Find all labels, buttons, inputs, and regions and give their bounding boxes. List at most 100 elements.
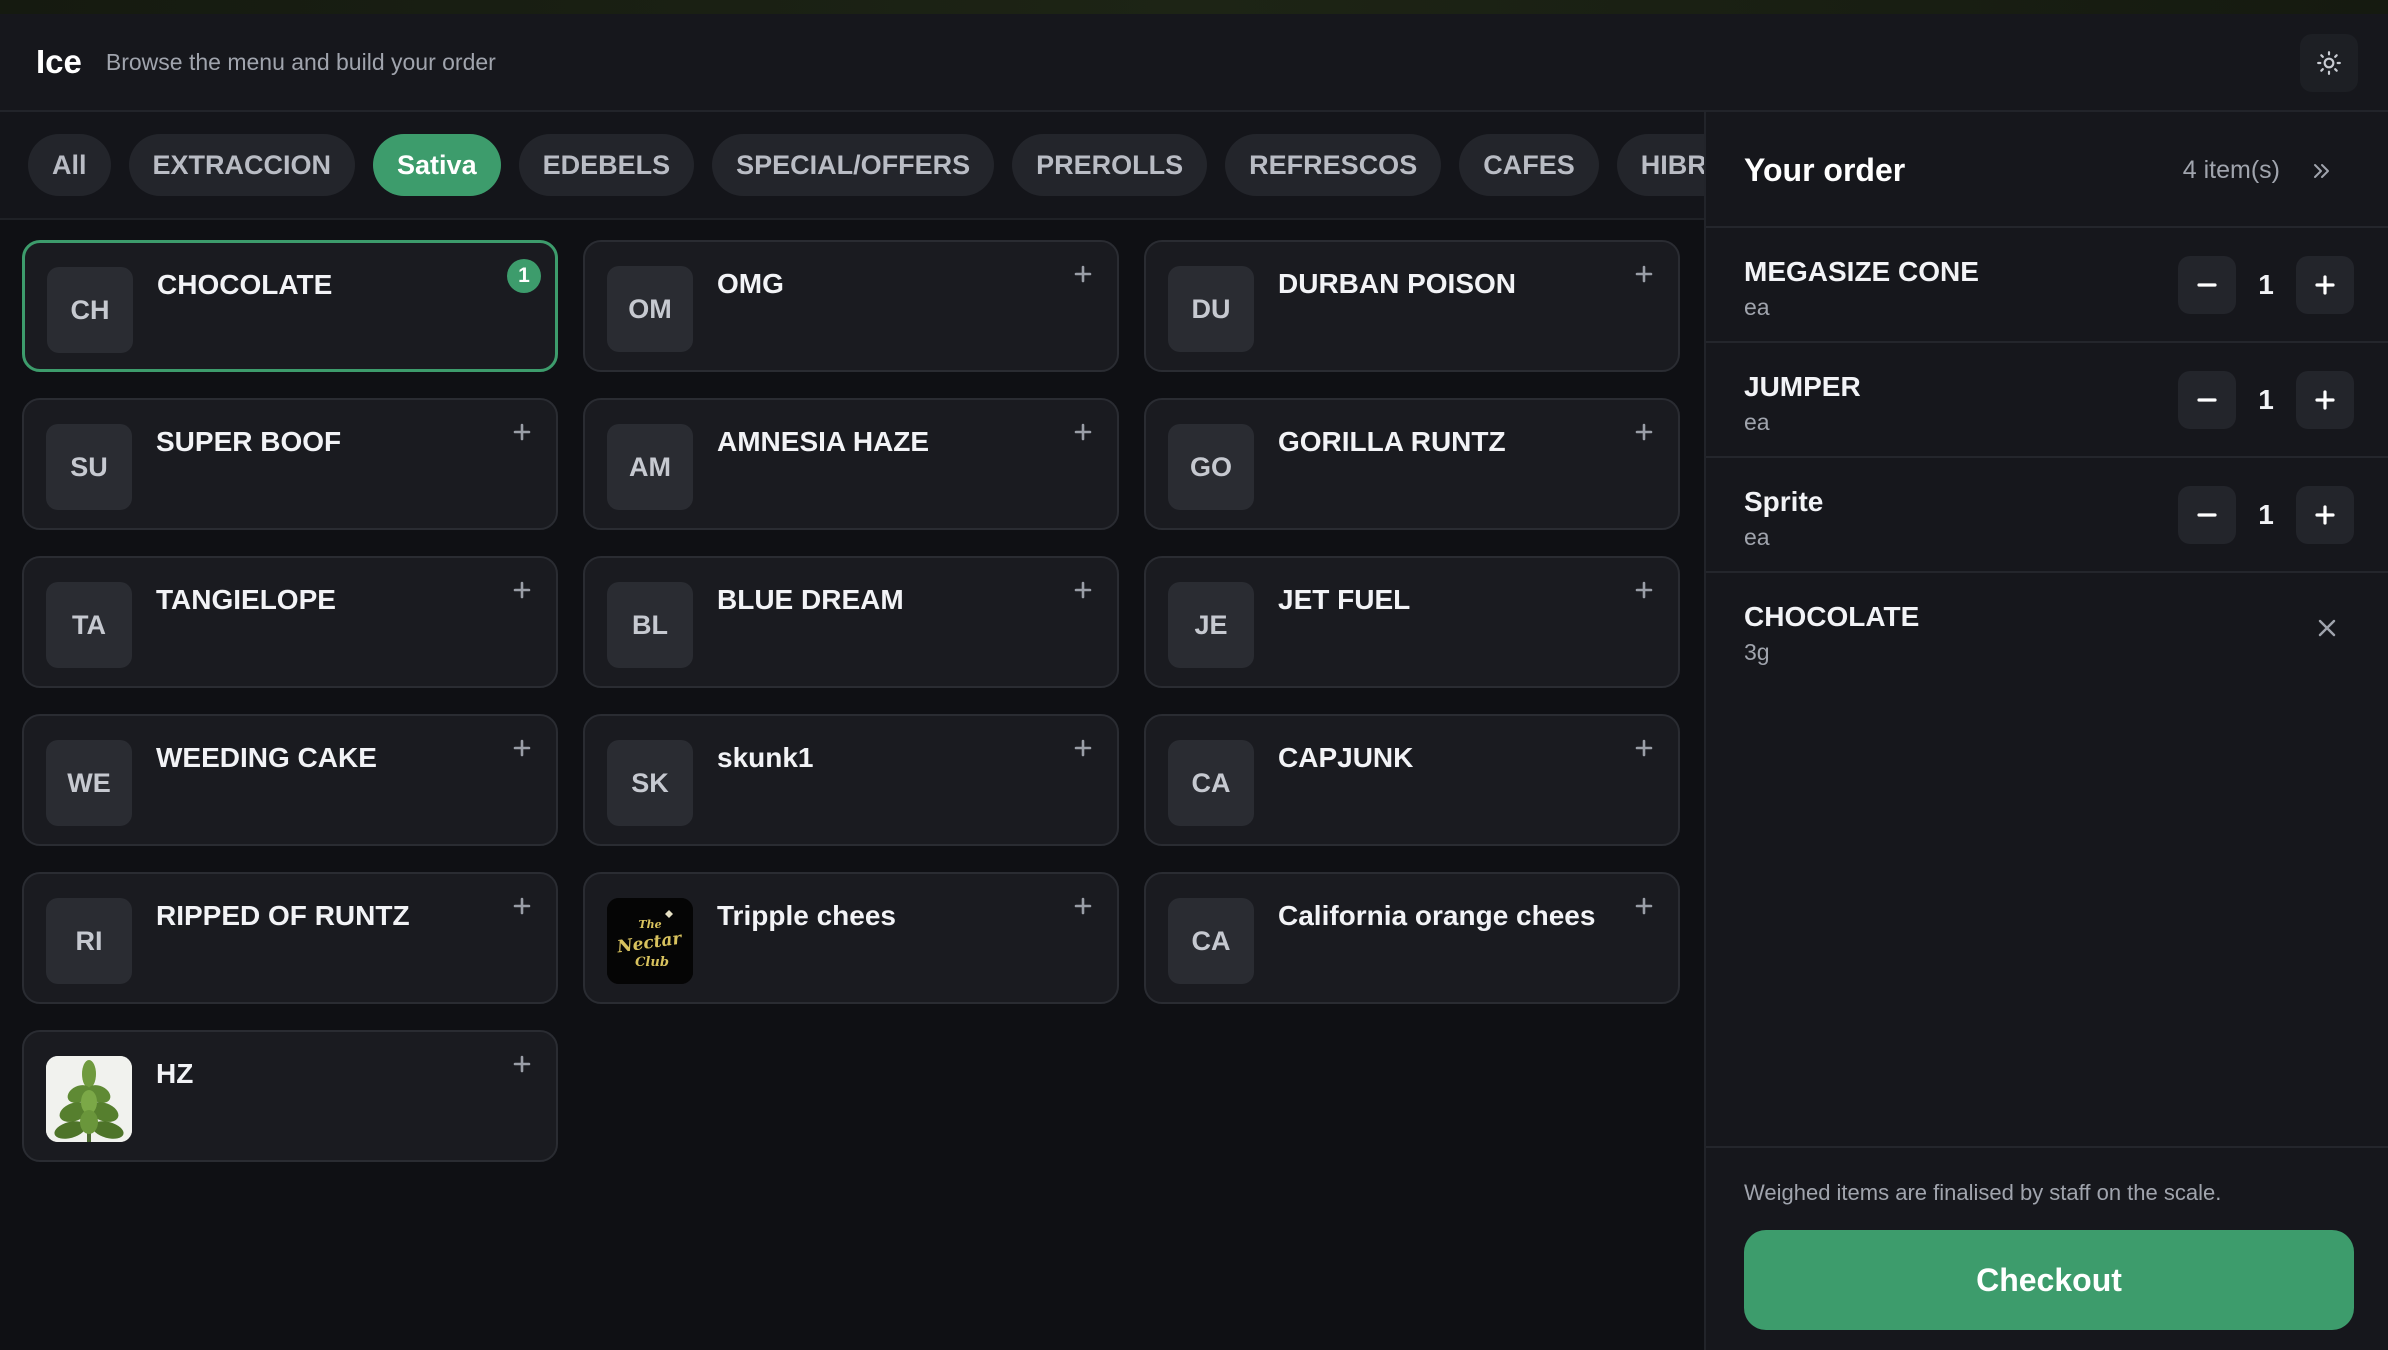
minus-icon (2197, 513, 2217, 517)
product-card-blue-dream[interactable]: BL BLUE DREAM (583, 556, 1119, 688)
order-item: JUMPER ea 1 (1706, 343, 2388, 458)
order-item-name: CHOCOLATE (1744, 601, 1920, 632)
plus-icon[interactable] (506, 574, 538, 606)
app-header: Ice Browse the menu and build your order (0, 14, 2388, 112)
product-card-california-orange-chees[interactable]: CA California orange chees (1144, 872, 1680, 1004)
plus-icon[interactable] (506, 732, 538, 764)
product-name: skunk1 (717, 742, 814, 773)
product-card-jet-fuel[interactable]: JE JET FUEL (1144, 556, 1680, 688)
plus-icon[interactable] (506, 1048, 538, 1080)
order-item-unit: ea (1744, 294, 1770, 320)
checkout-button[interactable]: Checkout (1744, 1230, 2354, 1330)
plus-icon (2315, 390, 2335, 410)
order-item-weighed: CHOCOLATE 3g (1706, 573, 2388, 688)
product-card-tangielope[interactable]: TA TANGIELOPE (22, 556, 558, 688)
product-name: SUPER BOOF (156, 426, 342, 457)
product-name: HZ (156, 1058, 194, 1089)
plus-icon[interactable] (1628, 574, 1660, 606)
product-card-gorilla-runtz[interactable]: GO GORILLA RUNTZ (1144, 398, 1680, 530)
product-card-tripple-chees[interactable]: The Nectar Club Tripple chees (583, 872, 1119, 1004)
tab-cafes[interactable]: CAFES (1459, 134, 1599, 196)
order-item: MEGASIZE CONE ea 1 (1706, 228, 2388, 343)
plus-icon[interactable] (1628, 890, 1660, 922)
product-name: WEEDING CAKE (156, 742, 377, 773)
product-card-capjunk[interactable]: CA CAPJUNK (1144, 714, 1680, 846)
product-name: GORILLA RUNTZ (1278, 426, 1506, 457)
order-footer: Weighed items are finalised by staff on … (1706, 1146, 2388, 1350)
theme-toggle-button[interactable] (2300, 34, 2358, 92)
product-initials: CA (1168, 898, 1254, 984)
product-name: OMG (717, 268, 784, 299)
plus-icon[interactable] (1067, 890, 1099, 922)
tab-edebels[interactable]: EDEBELS (518, 134, 695, 196)
app-title: Ice (36, 43, 82, 80)
app-subtitle: Browse the menu and build your order (105, 48, 496, 75)
tab-sativa[interactable]: Sativa (373, 134, 501, 196)
order-item-quantity: 1 (2258, 384, 2274, 415)
collapse-panel-button[interactable] (2304, 154, 2338, 188)
product-card-skunk1[interactable]: SK skunk1 (583, 714, 1119, 846)
svg-text:Club: Club (635, 955, 669, 970)
order-item-quantity: 1 (2258, 499, 2274, 530)
product-card-omg[interactable]: OM OMG (583, 240, 1119, 372)
tab-extraccion[interactable]: EXTRACCION (128, 134, 356, 196)
remove-item-button[interactable] (2304, 605, 2350, 651)
tab-all[interactable]: All (28, 134, 111, 196)
nectar-club-logo: The Nectar Club (607, 898, 693, 984)
product-initials: CH (47, 267, 133, 353)
order-item-count: 4 item(s) (2182, 156, 2280, 184)
order-header: Your order 4 item(s) (1706, 112, 2388, 228)
category-tabs: All EXTRACCION Sativa EDEBELS SPECIAL/OF… (28, 134, 1704, 196)
plus-icon[interactable] (1628, 416, 1660, 448)
product-initials: DU (1168, 266, 1254, 352)
plus-icon[interactable] (506, 890, 538, 922)
order-item-name: Sprite (1744, 486, 1824, 517)
decrease-quantity-button[interactable] (2178, 371, 2236, 429)
plus-icon[interactable] (1067, 416, 1099, 448)
order-panel: Your order 4 item(s) MEGASIZE CONE ea 1 … (1704, 112, 2388, 1350)
minus-icon (2197, 283, 2217, 287)
product-card-amnesia-haze[interactable]: AM AMNESIA HAZE (583, 398, 1119, 530)
tab-hibrida[interactable]: HIBRIDA (1616, 134, 1704, 196)
cannabis-plant-photo (46, 1056, 132, 1142)
product-card-weeding-cake[interactable]: WE WEEDING CAKE (22, 714, 558, 846)
plus-icon[interactable] (506, 416, 538, 448)
decrease-quantity-button[interactable] (2178, 486, 2236, 544)
plus-icon[interactable] (1628, 258, 1660, 290)
tab-refrescos[interactable]: REFRESCOS (1225, 134, 1442, 196)
plus-icon[interactable] (1067, 258, 1099, 290)
plus-icon[interactable] (1628, 732, 1660, 764)
product-name: CAPJUNK (1278, 742, 1414, 773)
product-initials: WE (46, 740, 132, 826)
tab-prerolls[interactable]: PREROLLS (1012, 134, 1208, 196)
product-card-ripped-of-runtz[interactable]: RI RIPPED OF RUNTZ (22, 872, 558, 1004)
product-card-chocolate[interactable]: CH CHOCOLATE 1 (22, 240, 558, 372)
increase-quantity-button[interactable] (2296, 256, 2354, 314)
product-name: JET FUEL (1278, 584, 1411, 615)
increase-quantity-button[interactable] (2296, 371, 2354, 429)
svg-text:The: The (638, 918, 661, 931)
product-card-durban-poison[interactable]: DU DURBAN POISON (1144, 240, 1680, 372)
product-name: California orange chees (1278, 900, 1596, 931)
product-name: TANGIELOPE (156, 584, 336, 615)
product-initials: AM (607, 424, 693, 510)
product-initials: OM (607, 266, 693, 352)
product-name: Tripple chees (717, 900, 896, 931)
sun-icon (2317, 51, 2341, 75)
increase-quantity-button[interactable] (2296, 486, 2354, 544)
product-name: CHOCOLATE (157, 269, 333, 300)
product-initials: GO (1168, 424, 1254, 510)
product-name: RIPPED OF RUNTZ (156, 900, 410, 931)
plus-icon[interactable] (1067, 574, 1099, 606)
product-name: BLUE DREAM (717, 584, 904, 615)
plus-icon[interactable] (1067, 732, 1099, 764)
product-card-hz[interactable]: HZ (22, 1030, 558, 1162)
product-name: AMNESIA HAZE (717, 426, 930, 457)
product-initials: CA (1168, 740, 1254, 826)
product-card-super-boof[interactable]: SU SUPER BOOF (22, 398, 558, 530)
decrease-quantity-button[interactable] (2178, 256, 2236, 314)
order-item-unit: ea (1744, 409, 1770, 435)
product-initials: TA (46, 582, 132, 668)
tab-special-offers[interactable]: SPECIAL/OFFERS (712, 134, 995, 196)
product-grid: CH CHOCOLATE 1 OM OMG DU DURBAN POISON S… (22, 240, 1680, 1162)
